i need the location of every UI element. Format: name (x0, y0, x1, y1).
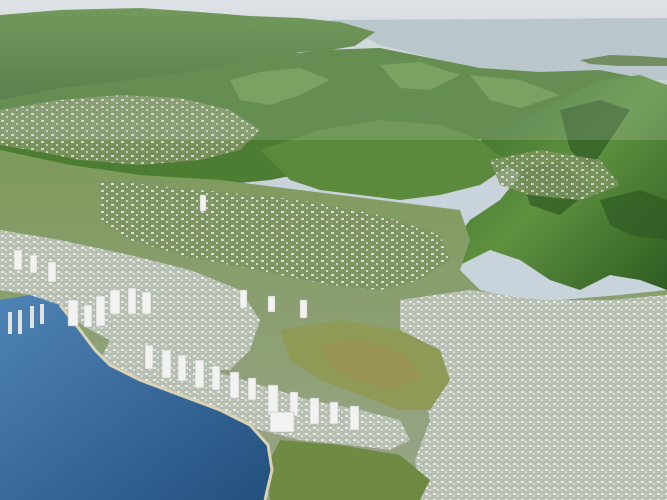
aerial-city-render (0, 0, 667, 500)
haze-overlay (0, 0, 667, 140)
suburbs-lower-right (400, 290, 667, 500)
terrain-illustration (0, 0, 667, 500)
